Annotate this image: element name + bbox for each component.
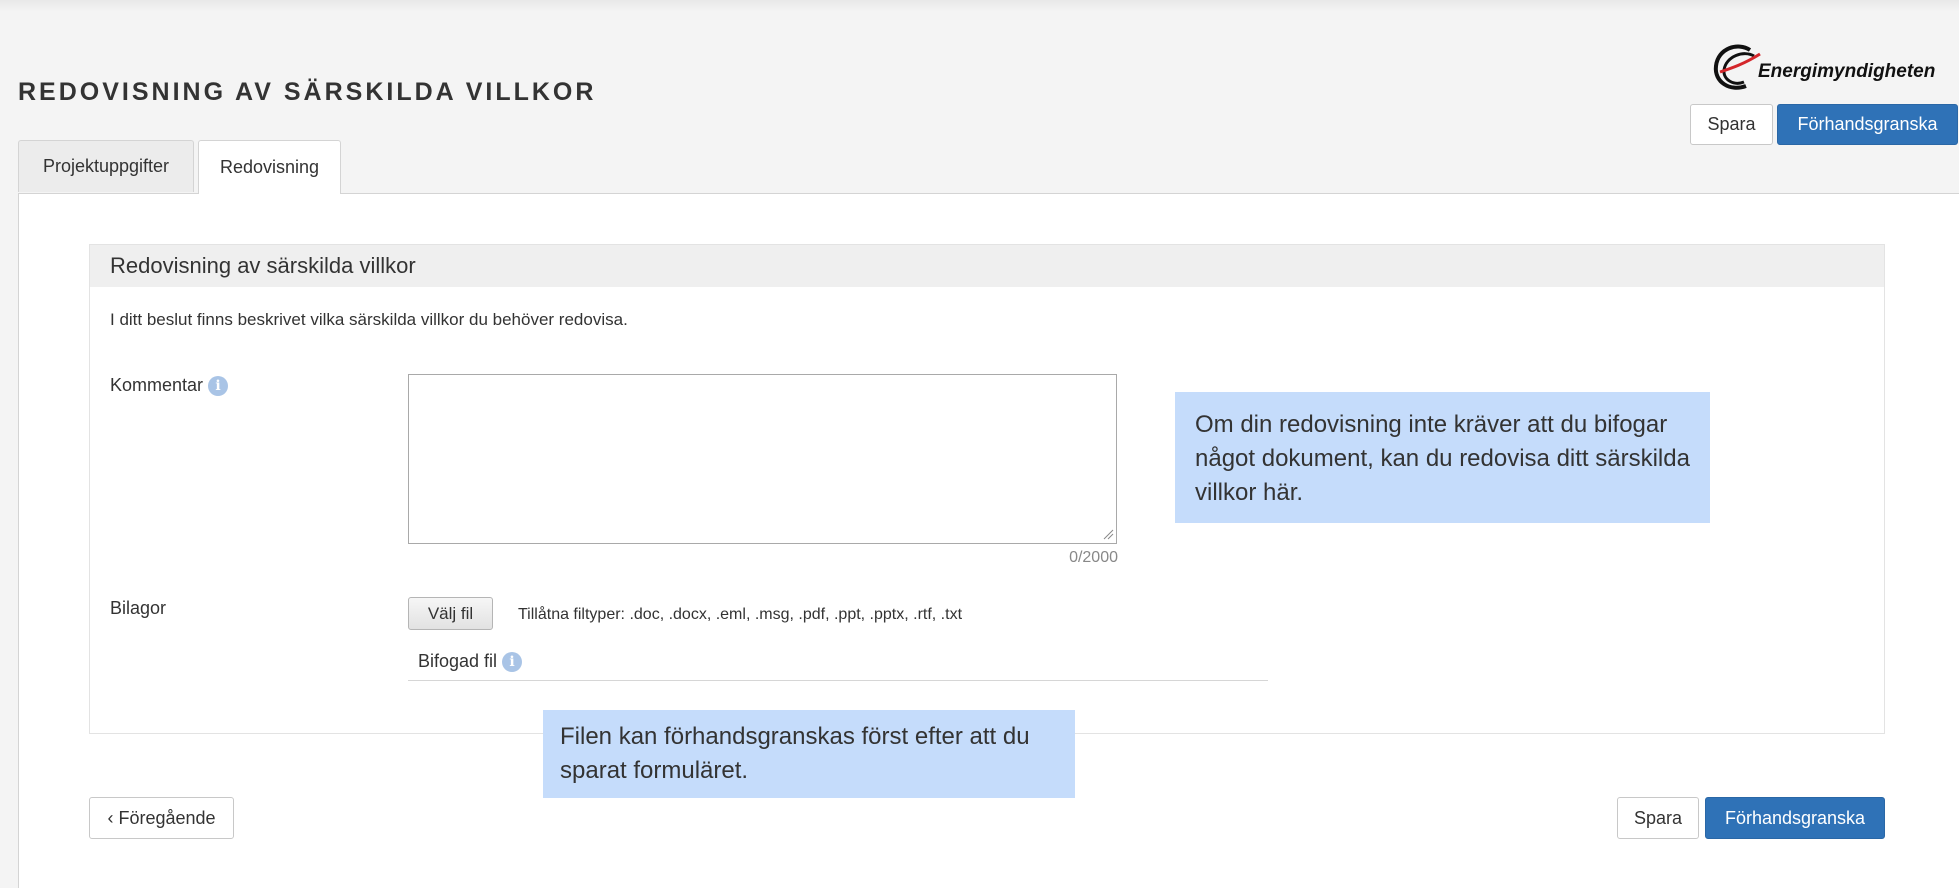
footer-save-button[interactable]: Spara	[1617, 797, 1699, 839]
comment-label: Kommentar	[110, 375, 204, 395]
allowed-filetypes: Tillåtna filtyper: .doc, .docx, .eml, .m…	[518, 606, 963, 623]
attachments-label: Bilagor	[110, 598, 167, 618]
char-counter: 0/2000	[1069, 549, 1118, 566]
attached-file-label: Bifogad fil	[418, 651, 498, 671]
footer-preview-button[interactable]: Förhandsgranska	[1705, 797, 1885, 839]
header-preview-button[interactable]: Förhandsgranska	[1777, 104, 1958, 145]
comment-info-icon[interactable]: i	[208, 375, 229, 396]
energimyndigheten-logo-icon	[1713, 44, 1761, 90]
resize-grip-icon[interactable]	[1102, 528, 1114, 540]
attached-file-group: Bifogad fil i	[418, 651, 523, 672]
tab-projektuppgifter[interactable]: Projektuppgifter	[18, 140, 194, 192]
header-save-button[interactable]: Spara	[1690, 104, 1773, 145]
tab-redovisning[interactable]: Redovisning	[198, 140, 341, 194]
section-title: Redovisning av särskilda villkor	[90, 245, 1884, 287]
top-rule	[0, 0, 1959, 12]
attached-file-info-icon[interactable]: i	[502, 651, 523, 672]
logo: Energimyndigheten	[1710, 42, 1945, 92]
logo-text: Energimyndigheten	[1758, 61, 1936, 82]
comment-label-group: Kommentar i	[110, 375, 229, 396]
attached-file-divider	[408, 680, 1268, 681]
comment-hint-callout: Om din redovisning inte kräver att du bi…	[1175, 392, 1710, 523]
file-hint-callout: Filen kan förhandsgranskas först efter a…	[543, 710, 1075, 798]
intro-text: I ditt beslut finns beskrivet vilka särs…	[110, 310, 628, 329]
comment-textarea[interactable]	[408, 374, 1117, 544]
page-title: REDOVISNING AV SÄRSKILDA VILLKOR	[18, 78, 597, 106]
choose-file-button[interactable]: Välj fil	[408, 597, 493, 630]
previous-button[interactable]: ‹ Föregående	[89, 797, 234, 839]
